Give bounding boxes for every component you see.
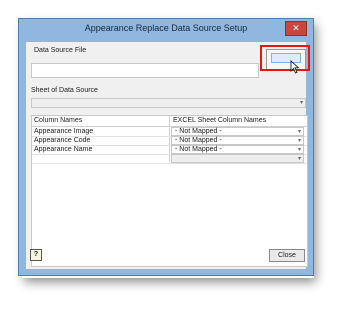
dialog-window: Appearance Replace Data Source Setup ✕ D…	[18, 18, 314, 276]
sheet-label: Sheet of Data Source	[31, 87, 98, 94]
column-mapping-grid: Column Names EXCEL Sheet Column Names Ap…	[31, 115, 308, 267]
row-name: Appearance Code	[34, 137, 91, 144]
dialog-body: Data Source File Sheet of Data Source ▾ …	[25, 41, 310, 270]
dropdown-arrow-icon: ▾	[297, 138, 301, 144]
close-icon: ✕	[292, 23, 300, 33]
mapping-dropdown[interactable]: - Not Mapped - ▾	[171, 136, 304, 145]
mapping-dropdown[interactable]: ▾	[171, 154, 304, 163]
column-header-names: Column Names	[34, 117, 83, 124]
dropdown-arrow-icon: ▾	[299, 100, 303, 106]
dropdown-arrow-icon: ▾	[297, 147, 301, 153]
help-icon: ?	[33, 251, 39, 258]
dropdown-arrow-icon: ▾	[297, 156, 301, 162]
row-name: Appearance Image	[34, 128, 94, 135]
data-source-file-field[interactable]	[31, 63, 259, 78]
data-source-file-label: Data Source File	[34, 47, 87, 54]
window-title: Appearance Replace Data Source Setup	[84, 23, 248, 33]
dropdown-arrow-icon: ▾	[297, 129, 301, 135]
mapping-value: - Not Mapped -	[175, 137, 222, 144]
mouse-cursor-icon	[290, 60, 300, 74]
table-row-new: ▾	[32, 154, 307, 164]
help-button[interactable]: ?	[30, 249, 42, 261]
column-header-excel: EXCEL Sheet Column Names	[173, 117, 267, 124]
mapping-value: - Not Mapped -	[175, 146, 222, 153]
mapping-value: - Not Mapped -	[175, 128, 222, 135]
mapping-dropdown[interactable]: - Not Mapped - ▾	[171, 145, 304, 154]
window-close-button[interactable]: ✕	[285, 21, 307, 36]
mapping-dropdown[interactable]: - Not Mapped - ▾	[171, 127, 304, 136]
title-bar: Appearance Replace Data Source Setup	[19, 19, 313, 38]
close-button[interactable]: Close	[269, 249, 305, 262]
row-name: Appearance Name	[34, 146, 93, 153]
highlight-box	[260, 45, 310, 71]
sheet-dropdown[interactable]: ▾	[31, 98, 306, 108]
